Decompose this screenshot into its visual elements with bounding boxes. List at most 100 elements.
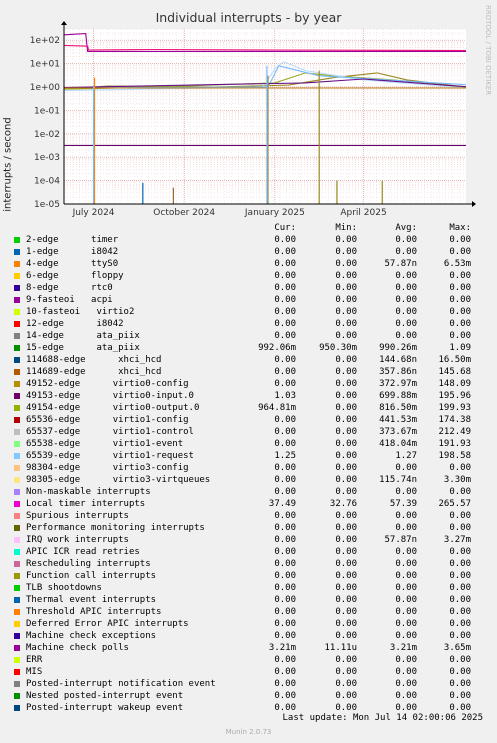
legend-max-value: 0.00 (449, 679, 471, 689)
legend-cur-value: 0.00 (274, 631, 296, 641)
legend-cur-value: 0.00 (274, 271, 296, 281)
y-tick-label: 1e-04 (34, 177, 60, 187)
legend-cur-value: 37.49 (268, 499, 296, 509)
legend-max-value: 3.30m (443, 475, 471, 485)
legend-max-value: 212.49 (438, 427, 471, 437)
legend-max-value: 0.00 (449, 247, 471, 257)
legend-row: Performance monitoring interrupts 0.00 0.0… (0, 522, 497, 534)
x-tick-label: July 2024 (72, 208, 115, 218)
legend-row: 65536-edge virtio1-config 0.00 0.00 441.53m… (0, 414, 497, 426)
legend-label: 114688-edge xhci_hcd (26, 355, 162, 365)
legend-row: Threshold APIC interrupts 0.00 0.00 0.00 0.0… (0, 606, 497, 618)
legend-max-value: 0.00 (449, 307, 471, 317)
legend-row: Function call interrupts 0.00 0.00 0.00 0.00 (0, 570, 497, 582)
legend-row: APIC ICR read retries 0.00 0.00 0.00 0.00 (0, 546, 497, 558)
legend-cur-value: 0.00 (274, 235, 296, 245)
legend-row: 9-fasteoi acpi 0.00 0.00 0.00 0.00 (0, 294, 497, 306)
legend-max-value: 265.57 (438, 499, 471, 509)
legend-max-value: 0.00 (449, 607, 471, 617)
legend-row: 98305-edge virtio3-virtqueues 0.00 0.00 115… (0, 474, 497, 486)
legend-swatch (14, 621, 20, 627)
y-tick-label: 1e-05 (34, 200, 60, 210)
legend-swatch (14, 477, 20, 483)
legend-cur-value: 0.00 (274, 619, 296, 629)
legend-row: 12-edge i8042 0.00 0.00 0.00 0.00 (0, 318, 497, 330)
legend-swatch (14, 585, 20, 591)
legend-cur-value: 0.00 (274, 607, 296, 617)
plot-background (64, 29, 466, 204)
legend-swatch (14, 381, 20, 387)
legend-row: 65539-edge virtio1-request 1.25 0.00 1.27 19… (0, 450, 497, 462)
version-footer: Munin 2.0.73 (225, 728, 272, 736)
legend-label: 14-edge ata_piix (26, 331, 140, 341)
legend-cur-value: 0.00 (274, 571, 296, 581)
legend-max-value: 0.00 (449, 271, 471, 281)
legend-max-value: 3.65m (443, 643, 471, 653)
legend-label: 65539-edge virtio1-request (26, 451, 194, 461)
legend-swatch (14, 645, 20, 651)
legend-swatch (14, 285, 20, 291)
legend-swatch (14, 333, 20, 339)
legend-label: 8-edge rtc0 (26, 283, 113, 293)
legend-swatch (14, 405, 20, 411)
legend-cur-value: 964.81m (258, 403, 296, 413)
legend-max-value: 0.00 (449, 511, 471, 521)
legend-swatch (14, 417, 20, 423)
legend-cur-value: 0.00 (274, 511, 296, 521)
legend-label: Machine check exceptions (26, 631, 157, 641)
legend-max-value: 0.00 (449, 523, 471, 533)
legend-label: Function call interrupts (26, 571, 157, 581)
legend-label: APIC ICR read retries (26, 547, 140, 557)
legend-cur-value: 0.00 (274, 535, 296, 545)
y-tick-label: 1e-01 (34, 106, 60, 116)
legend-swatch (14, 549, 20, 555)
legend-swatch (14, 249, 20, 255)
legend-swatch (14, 453, 20, 459)
legend-row: 98304-edge virtio3-config 0.00 0.00 0.00 0.0… (0, 462, 497, 474)
legend-row: 1-edge i8042 0.00 0.00 0.00 0.00 (0, 246, 497, 258)
legend-cur-value: 0.00 (274, 319, 296, 329)
legend-swatch (14, 321, 20, 327)
legend-label: TLB shootdowns (26, 583, 102, 593)
legend-swatch (14, 297, 20, 303)
y-axis-arrow (61, 21, 67, 25)
legend-label: 1-edge i8042 (26, 247, 119, 257)
legend-swatch (14, 369, 20, 375)
legend-row: Thermal event interrupts 0.00 0.00 0.00 0.00 (0, 594, 497, 606)
legend-cur-value: 3.21m (268, 643, 296, 653)
legend-cur-value: 0.00 (274, 463, 296, 473)
legend-cur-value: 0.00 (274, 583, 296, 593)
legend-row: Rescheduling interrupts 0.00 0.00 0.00 0.00 (0, 558, 497, 570)
legend-swatch (14, 657, 20, 663)
legend-cur-value: 0.00 (274, 679, 296, 689)
legend-max-value: 0.00 (449, 667, 471, 677)
legend-row: IRQ work interrupts 0.00 0.00 57.87n 3.27m (0, 534, 497, 546)
legend-cur-value: 0.00 (274, 547, 296, 557)
legend-swatch (14, 597, 20, 603)
legend-row: 65538-edge virtio1-event 0.00 0.00 418.04m 1… (0, 438, 497, 450)
legend-label: 6-edge floppy (26, 271, 124, 281)
legend-swatch (14, 537, 20, 543)
legend-swatch (14, 309, 20, 315)
y-tick-label: 1e-03 (34, 153, 60, 163)
legend-row: 114688-edge xhci_hcd 0.00 0.00 144.68n 16.50… (0, 354, 497, 366)
legend-label: 49152-edge virtio0-config (26, 379, 189, 389)
legend-row: 14-edge ata_piix 0.00 0.00 0.00 0.00 (0, 330, 497, 342)
legend-cur-value: 0.00 (274, 307, 296, 317)
legend-row: 49152-edge virtio0-config 0.00 0.00 372.97m… (0, 378, 497, 390)
legend-cur-value: 1.25 (274, 451, 296, 461)
legend-label: Rescheduling interrupts (26, 559, 151, 569)
legend-max-value: 0.00 (449, 631, 471, 641)
legend-max-value: 148.09 (438, 379, 471, 389)
header-max: Max: (449, 223, 471, 233)
legend-max-value: 0.00 (449, 319, 471, 329)
legend-cur-value: 0.00 (274, 667, 296, 677)
legend-cur-value: 0.00 (274, 283, 296, 293)
legend-max-value: 0.00 (449, 487, 471, 497)
legend-cur-value: 0.00 (274, 331, 296, 341)
legend-row: 49153-edge virtio0-input.0 1.03 0.00 699.88… (0, 390, 497, 402)
legend-swatch (14, 261, 20, 267)
legend-swatch (14, 357, 20, 363)
x-tick-label: January 2025 (244, 208, 305, 218)
legend-label: 98304-edge virtio3-config (26, 463, 189, 473)
